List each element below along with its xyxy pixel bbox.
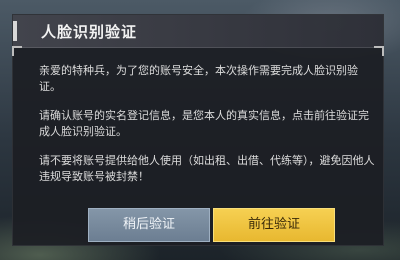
dialog-title: 人脸识别验证	[41, 23, 138, 41]
corner-decoration-right	[374, 46, 384, 56]
corner-decoration-left	[12, 46, 22, 56]
verify-later-button[interactable]: 稍后验证	[88, 208, 210, 242]
message-paragraph: 请确认账号的实名登记信息，是您本人的真实信息，点击前往验证完成人脸识别验证。	[39, 109, 369, 138]
face-verification-dialog: 人脸识别验证 亲爱的特种兵，为了您的账号安全，本次操作需要完成人脸识别验证。 请…	[12, 14, 384, 246]
dialog-title-bar: 人脸识别验证	[13, 15, 383, 48]
message-paragraph: 请不要将账号提供给他人使用（如出租、出借、代练等），避免因他人违规导致账号被封禁…	[39, 154, 375, 183]
go-verify-button[interactable]: 前往验证	[213, 208, 335, 242]
dialog-message: 亲爱的特种兵，为了您的账号安全，本次操作需要完成人脸识别验证。 请确认账号的实名…	[39, 63, 379, 198]
message-paragraph: 亲爱的特种兵，为了您的账号安全，本次操作需要完成人脸识别验证。	[39, 64, 358, 93]
dialog-buttons: 稍后验证 前往验证	[13, 208, 383, 242]
title-accent-bar	[13, 21, 17, 41]
